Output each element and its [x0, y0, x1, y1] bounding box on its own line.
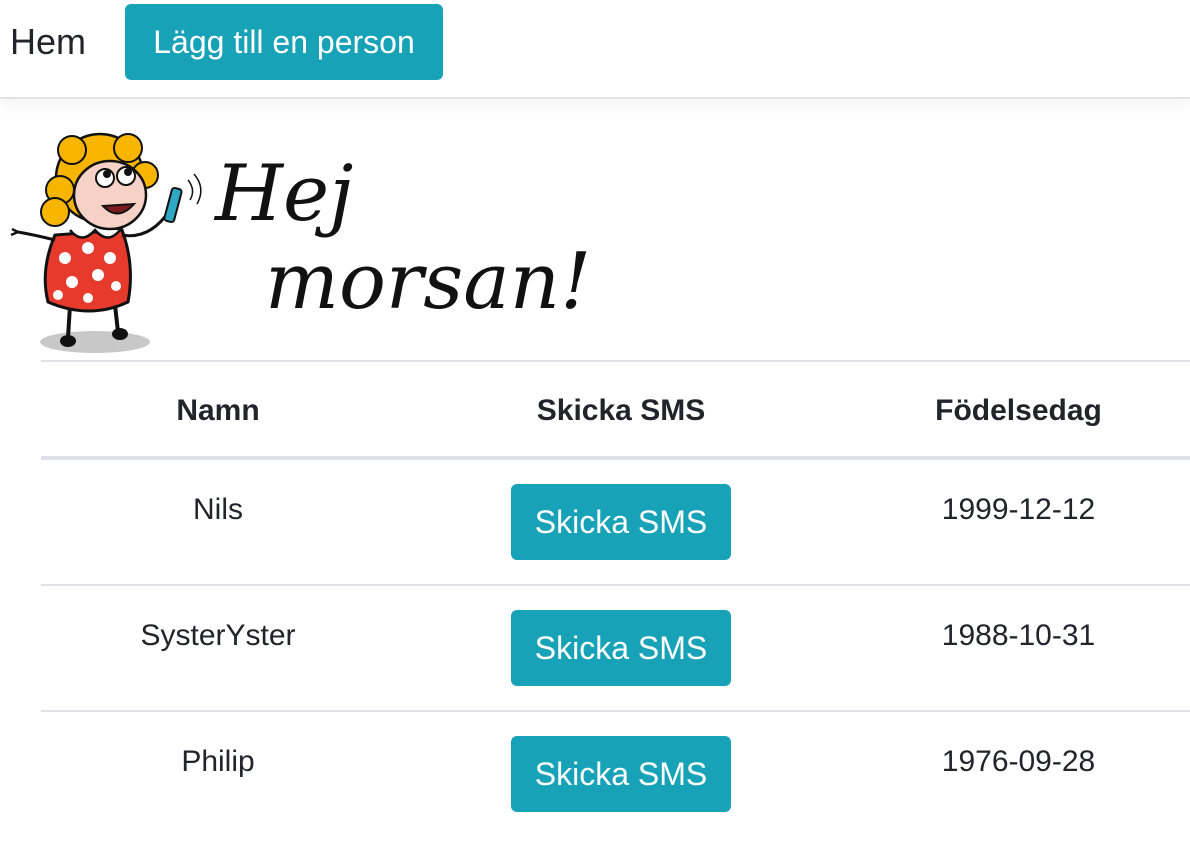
hero-greeting-line2: morsan!: [265, 237, 592, 327]
person-name: SysterYster: [140, 619, 296, 652]
send-sms-button[interactable]: Skicka SMS: [511, 736, 731, 812]
header-birthday: Födelsedag: [935, 394, 1102, 427]
person-birthday: 1988-10-31: [941, 619, 1096, 652]
header-send-sms: Skicka SMS: [536, 394, 706, 427]
header-name: Namn: [176, 394, 260, 427]
navbar: Hem Lägg till en person: [0, 0, 1190, 99]
nav-home-link[interactable]: Hem: [10, 20, 86, 64]
table-row: SysterYster Skicka SMS 1988-10-31: [41, 586, 1190, 712]
person-birthday: 1976-09-28: [941, 745, 1096, 778]
person-birthday: 1999-12-12: [941, 493, 1096, 526]
person-name: Nils: [193, 493, 243, 526]
add-person-button[interactable]: Lägg till en person: [125, 4, 443, 80]
send-sms-button[interactable]: Skicka SMS: [511, 484, 731, 560]
person-name: Philip: [181, 745, 255, 778]
people-table: Namn Skicka SMS Födelsedag Nils Skicka S…: [41, 360, 1190, 838]
hero-banner: Hej morsan!: [10, 130, 630, 360]
table-row: Nils Skicka SMS 1999-12-12: [41, 460, 1190, 586]
table-row: Philip Skicka SMS 1976-09-28: [41, 712, 1190, 838]
table-header-row: Namn Skicka SMS Födelsedag: [41, 362, 1190, 460]
girl-on-phone-illustration: [10, 132, 202, 353]
hero-greeting-line1: Hej: [215, 149, 354, 239]
send-sms-button[interactable]: Skicka SMS: [511, 610, 731, 686]
